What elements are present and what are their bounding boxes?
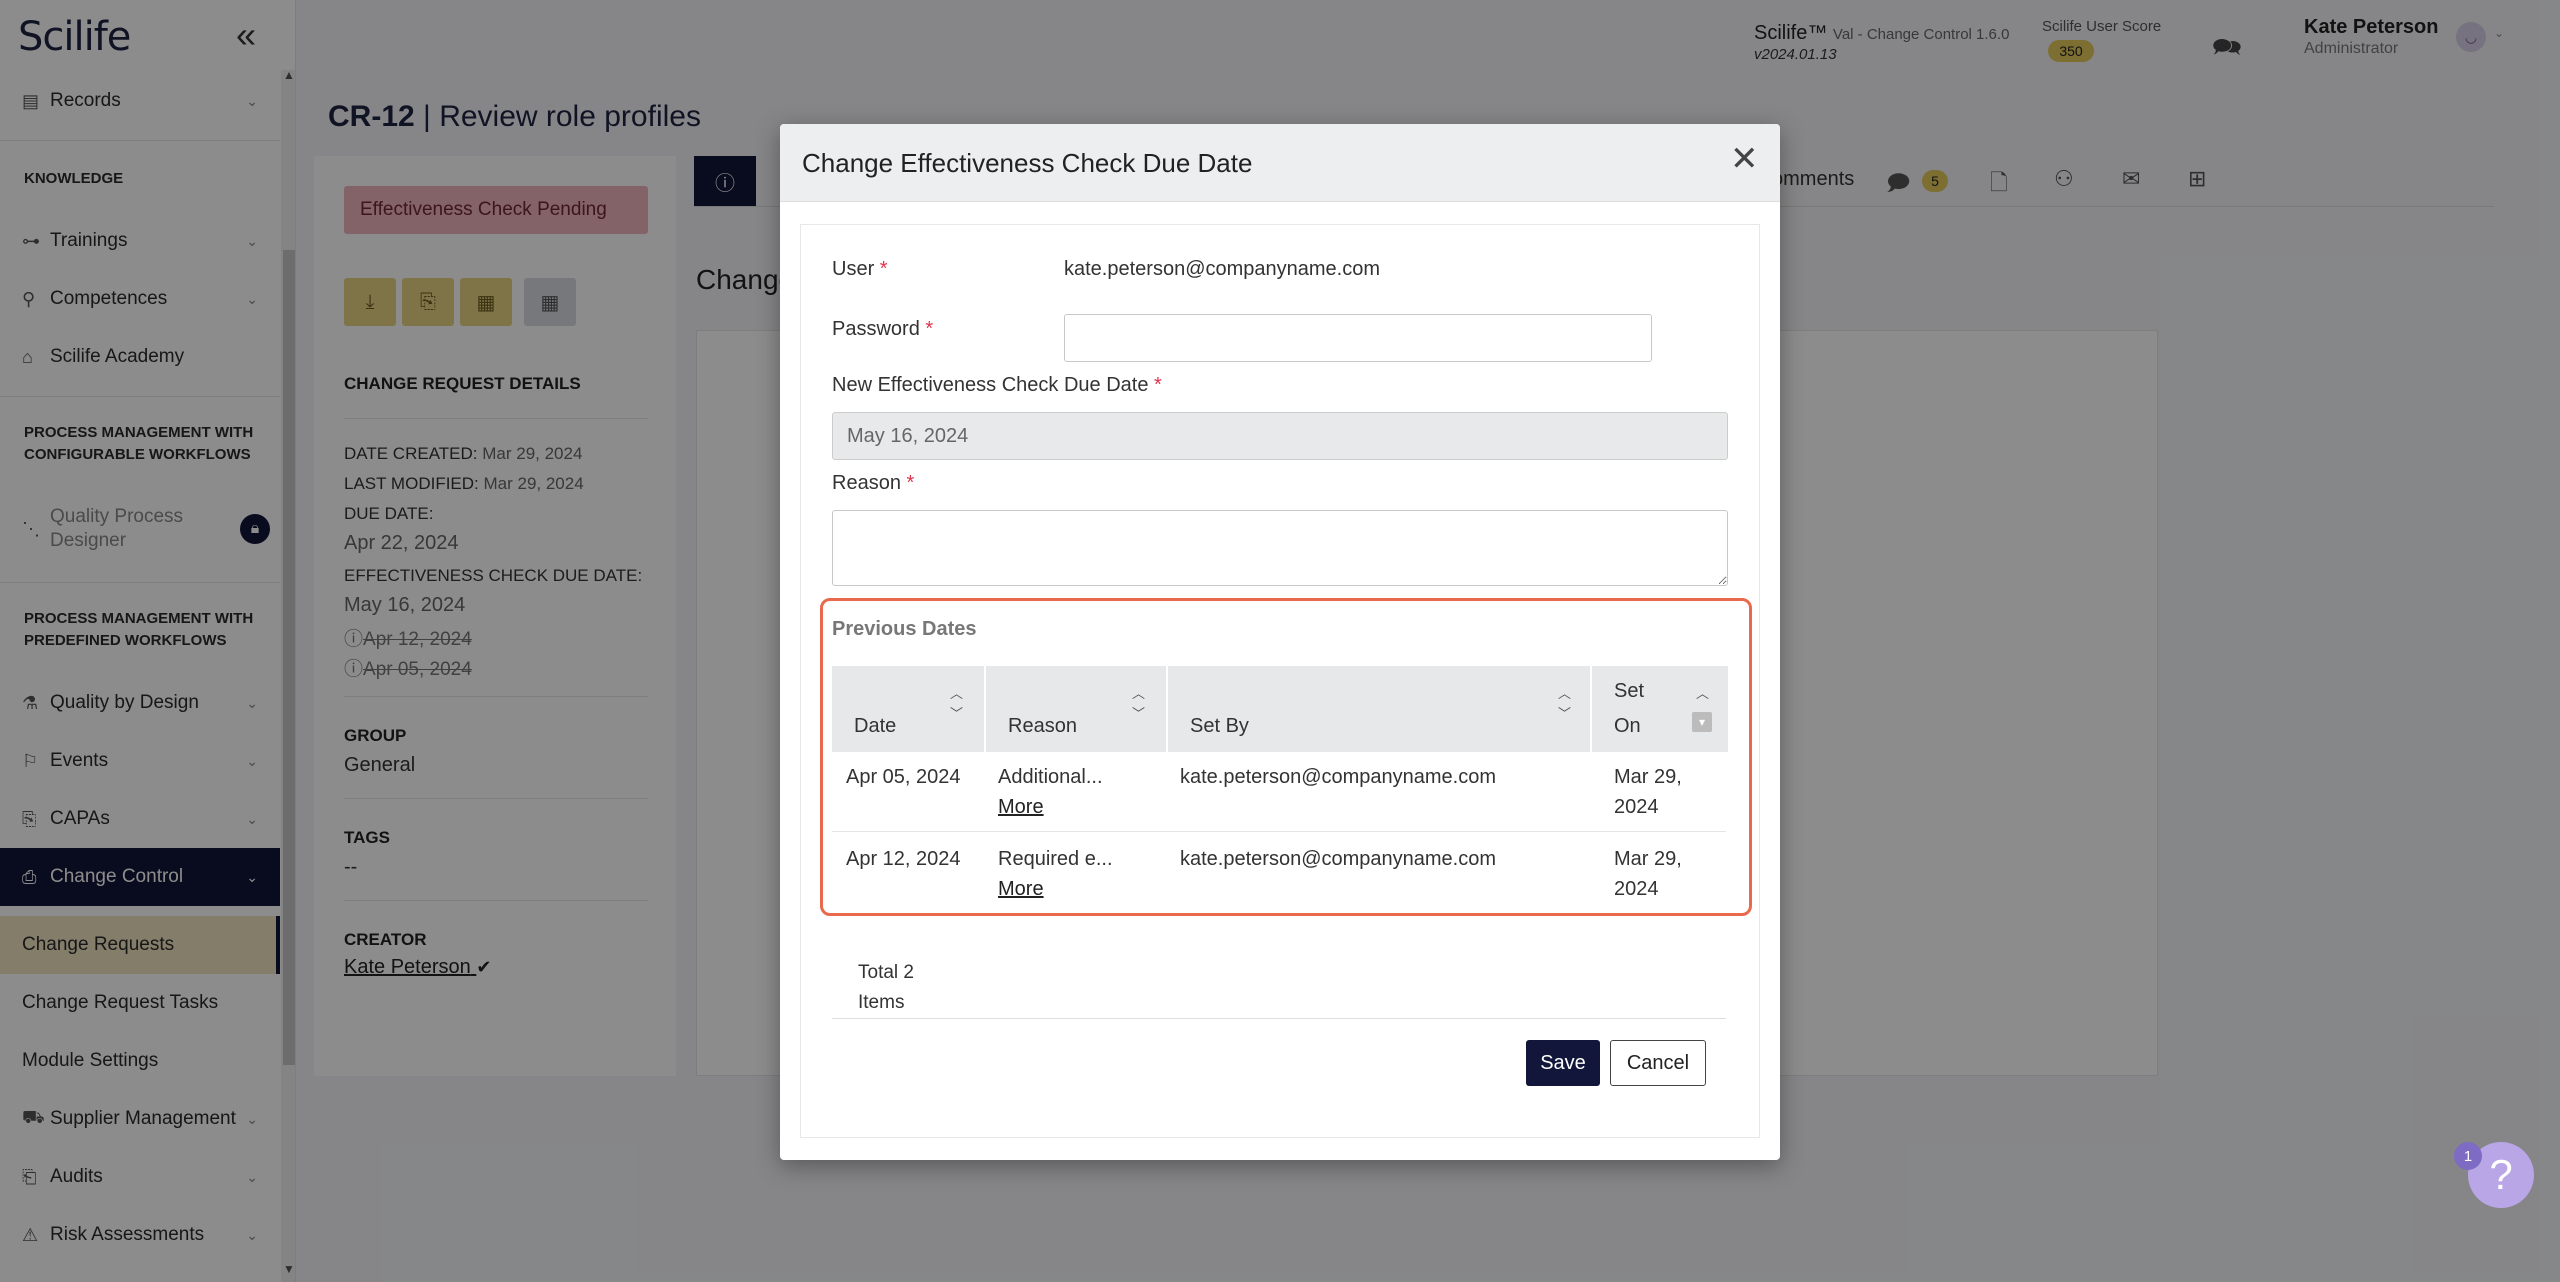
date-cell: Apr 05, 2024 xyxy=(846,766,961,788)
set-on-cell: Mar 29, 2024 xyxy=(1614,844,1682,904)
set-on-line: Mar 29, xyxy=(1614,848,1682,870)
required-mark: * xyxy=(1154,374,1162,396)
sort-asc-icon[interactable]: ︿ xyxy=(1132,684,1145,704)
cancel-button[interactable]: Cancel xyxy=(1610,1040,1706,1086)
previous-dates-title: Previous Dates xyxy=(832,618,977,640)
sort-desc-icon[interactable]: ﹀ xyxy=(1558,704,1571,724)
set-on-line: 2024 xyxy=(1614,878,1659,900)
user-value: kate.peterson@companyname.com xyxy=(1064,258,1381,280)
column-label: On xyxy=(1614,715,1641,737)
filter-icon[interactable]: ▾ xyxy=(1692,712,1712,732)
sort-asc-icon[interactable]: ︿ xyxy=(1558,684,1571,704)
more-link[interactable]: More xyxy=(998,792,1103,822)
new-date-label: New Effectiveness Check Due Date * xyxy=(832,374,1162,397)
sort-asc-icon[interactable]: ︿ xyxy=(950,684,963,704)
password-input[interactable] xyxy=(1064,314,1652,362)
reason-textarea[interactable] xyxy=(832,510,1728,586)
table-row: Apr 12, 2024 Required e... More kate.pet… xyxy=(832,832,1726,912)
required-mark: * xyxy=(879,258,888,280)
column-header-reason[interactable]: Reason ︿ ﹀ xyxy=(986,666,1166,752)
column-label: Set xyxy=(1614,680,1645,702)
save-button[interactable]: Save xyxy=(1526,1040,1600,1086)
modal-header: Change Effectiveness Check Due Date ✕ xyxy=(780,124,1780,202)
date-cell: Apr 12, 2024 xyxy=(846,848,961,870)
divider xyxy=(832,1018,1726,1019)
reason-label-text: Reason xyxy=(832,472,901,494)
required-mark: * xyxy=(906,472,915,494)
total-line: Total 2 xyxy=(858,962,914,983)
set-on-cell: Mar 29, 2024 xyxy=(1614,762,1682,822)
user-label-text: User xyxy=(832,258,875,280)
reason-label: Reason * xyxy=(832,472,914,495)
sort-desc-icon[interactable]: ﹀ xyxy=(950,704,963,724)
password-label: Password * xyxy=(832,318,933,341)
total-items: Total 2 Items xyxy=(858,958,948,1018)
sort-asc-icon[interactable]: ︿ xyxy=(1696,684,1709,704)
more-link[interactable]: More xyxy=(998,874,1113,904)
set-by-cell: kate.peterson@companyname.com xyxy=(1180,766,1497,788)
column-header-set-by[interactable]: Set By ︿ ﹀ xyxy=(1168,666,1590,752)
new-date-label-text: New Effectiveness Check Due Date xyxy=(832,374,1149,396)
column-label: Date xyxy=(854,715,897,737)
close-icon[interactable]: ✕ xyxy=(1730,142,1759,176)
reason-cell: Additional... More xyxy=(998,762,1103,822)
reason-text: Required e... xyxy=(998,848,1113,870)
required-mark: * xyxy=(925,318,934,340)
sort-desc-icon[interactable]: ﹀ xyxy=(1132,704,1145,724)
modal-title: Change Effectiveness Check Due Date xyxy=(802,148,1253,178)
question-icon: ? xyxy=(2489,1151,2513,1198)
set-on-line: 2024 xyxy=(1614,796,1659,818)
column-label: Reason xyxy=(1008,715,1077,737)
set-on-line: Mar 29, xyxy=(1614,766,1682,788)
column-header-set-on[interactable]: Set On ︿ ▾ xyxy=(1592,666,1728,752)
reason-text: Additional... xyxy=(998,766,1103,788)
column-label: Set By xyxy=(1190,715,1249,737)
help-notification-badge: 1 xyxy=(2454,1142,2482,1170)
new-date-input xyxy=(832,412,1728,460)
user-label: User * xyxy=(832,258,888,281)
column-header-date[interactable]: Date ︿ ﹀ xyxy=(832,666,984,752)
reason-cell: Required e... More xyxy=(998,844,1113,904)
password-label-text: Password xyxy=(832,318,920,340)
table-row: Apr 05, 2024 Additional... More kate.pet… xyxy=(832,752,1726,832)
change-eff-check-due-date-modal: Change Effectiveness Check Due Date ✕ Us… xyxy=(780,124,1780,1160)
set-by-cell: kate.peterson@companyname.com xyxy=(1180,848,1497,870)
total-line: Items xyxy=(858,992,905,1013)
